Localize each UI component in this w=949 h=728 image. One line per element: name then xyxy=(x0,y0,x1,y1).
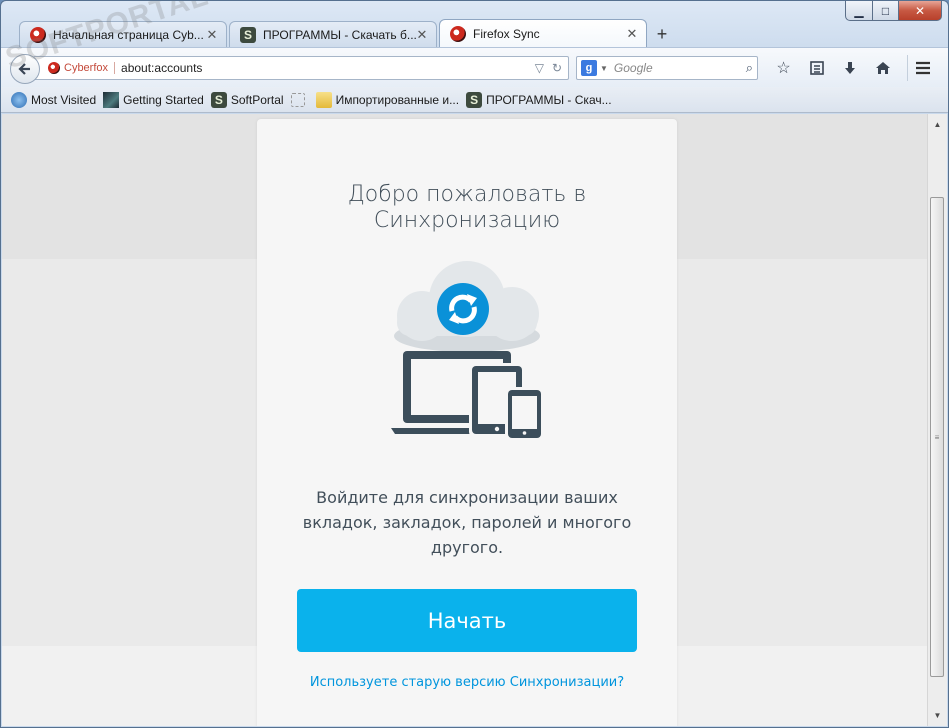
url-bar[interactable]: Cyberfox about:accounts ▽ ↻ xyxy=(33,56,569,80)
softportal-icon: S xyxy=(466,91,483,108)
bookmarks-toolbar: Most Visited Getting Started S SoftPorta… xyxy=(1,87,948,113)
toolbar-buttons: ☆ xyxy=(767,56,899,80)
back-button[interactable] xyxy=(10,54,40,84)
cyberfox-icon xyxy=(30,26,46,43)
window-controls: ▁ □ ✕ xyxy=(845,1,942,21)
url-bar-icons: ▽ ↻ xyxy=(535,61,568,75)
bookmark-softportal-programs[interactable]: S ПРОГРАММЫ - Скач... xyxy=(466,91,612,108)
tab-title: Firefox Sync xyxy=(473,26,540,41)
sync-welcome-card: Добро пожаловать в Синхронизацию Войдите… xyxy=(257,119,677,726)
close-window-button[interactable]: ✕ xyxy=(899,1,942,21)
back-arrow-icon xyxy=(18,63,30,75)
google-icon[interactable]: g xyxy=(581,60,597,76)
new-tab-button[interactable]: + xyxy=(649,21,675,47)
reload-icon[interactable]: ↻ xyxy=(552,61,562,75)
bookmarks-list-icon xyxy=(809,61,824,75)
tab-title: ПРОГРАММЫ - Скачать б... xyxy=(263,27,416,42)
home-house-icon xyxy=(875,62,890,74)
bookmark-label: SoftPortal xyxy=(230,92,284,107)
scroll-up-icon[interactable]: ▲ xyxy=(928,116,947,133)
tab-cyberfox-home[interactable]: Начальная страница Cyb... ✕ xyxy=(19,21,227,47)
page-content: Добро пожаловать в Синхронизацию Войдите… xyxy=(2,114,927,726)
bookmark-label: ПРОГРАММЫ - Скач... xyxy=(486,92,612,107)
maximize-button[interactable]: □ xyxy=(873,1,899,21)
tab-title: Начальная страница Cyb... xyxy=(53,27,204,42)
close-tab-icon[interactable]: ✕ xyxy=(206,27,218,43)
softportal-icon: S xyxy=(240,26,256,43)
tab-strip: Начальная страница Cyb... ✕ S ПРОГРАММЫ … xyxy=(19,19,675,47)
menu-button[interactable] xyxy=(907,55,938,81)
empty-bookmark-icon xyxy=(290,92,305,107)
title-line: Добро пожаловать в xyxy=(347,182,587,207)
home-icon[interactable] xyxy=(866,56,899,80)
title-line: Синхронизацию xyxy=(373,208,561,233)
sync-description: Войдите для синхронизации ваших вкладок,… xyxy=(287,485,647,560)
phone-icon xyxy=(505,387,544,440)
folder-icon xyxy=(315,91,332,108)
softportal-icon: S xyxy=(210,91,227,108)
scroll-down-icon[interactable]: ▼ xyxy=(928,707,947,724)
download-arrow-icon xyxy=(844,62,855,74)
description-line: вкладок, закладок, паролей и многого xyxy=(302,513,632,532)
url-text[interactable]: about:accounts xyxy=(121,61,535,75)
bookmark-empty[interactable] xyxy=(290,92,309,107)
identity-label: Cyberfox xyxy=(64,62,109,74)
vertical-scrollbar[interactable]: ▲ ≡ ▼ xyxy=(927,114,947,726)
bookmark-getting-started[interactable]: Getting Started xyxy=(103,91,204,108)
sync-arrows-icon xyxy=(437,283,489,335)
start-button[interactable]: Начать xyxy=(297,589,637,652)
navigation-toolbar: Cyberfox about:accounts ▽ ↻ g ▼ Google ⌕… xyxy=(1,47,948,88)
cyberfox-icon xyxy=(450,25,466,42)
history-dropdown-icon[interactable]: ▽ xyxy=(535,61,544,75)
tab-firefox-sync[interactable]: Firefox Sync ✕ xyxy=(439,19,647,47)
bookmark-label: Getting Started xyxy=(123,92,204,107)
hamburger-menu-icon xyxy=(916,61,930,75)
sync-devices-illustration xyxy=(391,261,544,440)
downloads-icon[interactable] xyxy=(833,56,866,80)
search-input[interactable]: Google xyxy=(614,61,746,75)
minimize-button[interactable]: ▁ xyxy=(845,1,873,21)
search-bar[interactable]: g ▼ Google ⌕ xyxy=(576,56,758,80)
old-sync-link[interactable]: Используете старую версию Синхронизации? xyxy=(257,675,677,690)
description-line: Войдите для синхронизации ваших xyxy=(316,488,618,507)
close-tab-icon[interactable]: ✕ xyxy=(626,26,638,42)
most-visited-icon xyxy=(11,91,27,108)
description-line: другого. xyxy=(430,538,504,557)
scroll-thumb[interactable]: ≡ xyxy=(930,197,944,677)
close-tab-icon[interactable]: ✕ xyxy=(416,27,428,43)
bookmark-label: Most Visited xyxy=(31,92,97,107)
cyberfox-icon xyxy=(48,62,60,74)
bookmark-imported-folder[interactable]: Импортированные и... xyxy=(315,91,460,108)
site-identity[interactable]: Cyberfox xyxy=(48,62,116,74)
getting-started-icon xyxy=(103,91,120,108)
engine-dropdown-icon[interactable]: ▼ xyxy=(600,64,608,73)
bookmark-softportal[interactable]: S SoftPortal xyxy=(210,91,284,108)
bookmarks-menu-icon[interactable] xyxy=(800,56,833,80)
tab-softportal-programs[interactable]: S ПРОГРАММЫ - Скачать б... ✕ xyxy=(229,21,437,47)
bookmark-most-visited[interactable]: Most Visited xyxy=(11,91,97,108)
page-title: Добро пожаловать в Синхронизацию xyxy=(257,182,677,234)
bookmark-star-icon[interactable]: ☆ xyxy=(767,56,800,80)
search-go-icon[interactable]: ⌕ xyxy=(746,60,753,76)
bookmark-label: Импортированные и... xyxy=(335,92,460,107)
browser-window: ▁ □ ✕ Начальная страница Cyb... ✕ S ПРОГ… xyxy=(0,0,949,728)
